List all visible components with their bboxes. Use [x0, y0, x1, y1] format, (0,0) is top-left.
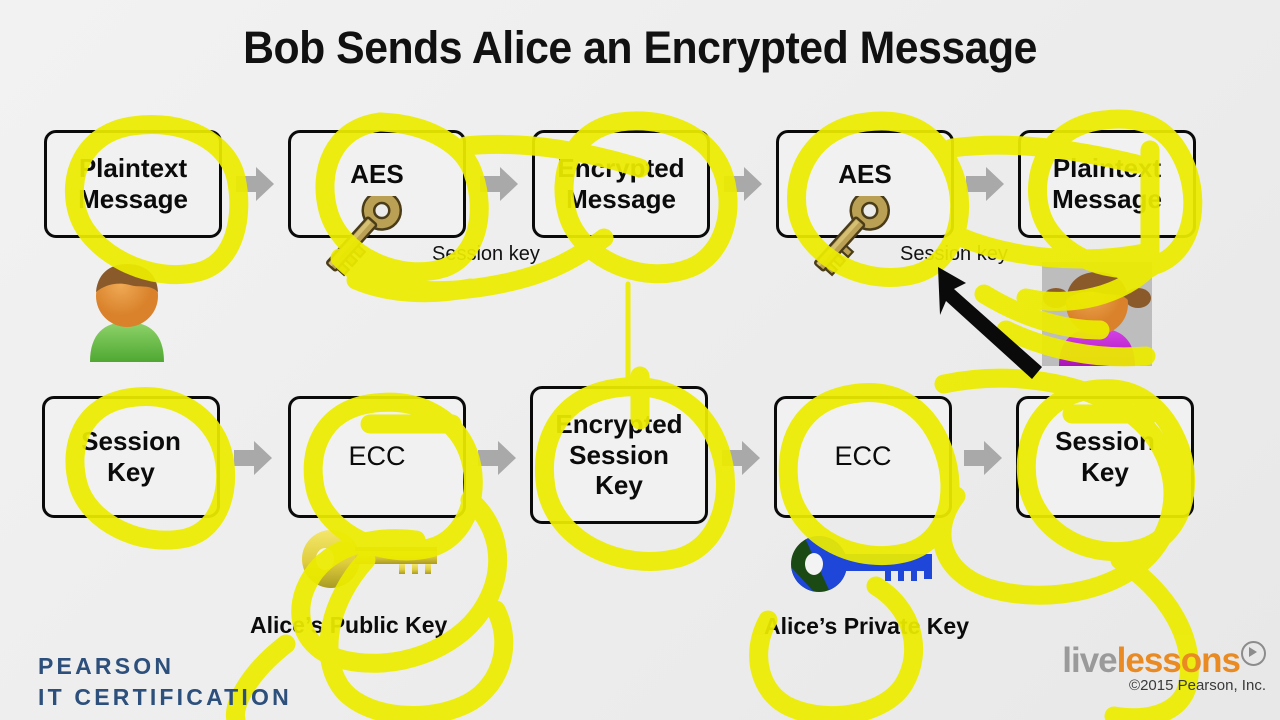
avatar-bob — [80, 258, 176, 362]
livelessons-live-text: live — [1062, 641, 1117, 680]
box-encrypted-message: Encrypted Message — [532, 130, 710, 238]
alice-private-key-caption: Alice’s Private Key — [764, 613, 969, 639]
box-label: Plaintext Message — [1052, 153, 1162, 214]
box-label: Encrypted Session Key — [555, 408, 683, 501]
session-key-icon-left — [322, 196, 426, 308]
pearson-logo-line2: IT CERTIFICATION — [38, 683, 292, 710]
box-encrypted-session-key: Encrypted Session Key — [530, 386, 708, 524]
flow-arrow-bottom-4 — [964, 440, 1002, 476]
flow-arrow-top-2 — [480, 166, 518, 202]
page-title: Bob Sends Alice an Encrypted Message — [243, 22, 1037, 73]
alice-public-key-icon — [300, 528, 442, 590]
box-label: Session Key — [1055, 426, 1155, 487]
flow-arrow-bottom-1 — [234, 440, 272, 476]
flow-arrow-top-3 — [724, 166, 762, 202]
pearson-logo-line1: PEARSON — [38, 653, 175, 680]
alice-private-key-icon — [790, 536, 940, 592]
flow-arrow-bottom-2 — [478, 440, 516, 476]
flow-arrow-bottom-3 — [722, 440, 760, 476]
box-ecc-encrypt: ECC — [288, 396, 466, 518]
livelessons-logo: livelessons ©2015 Pearson, Inc. — [1062, 641, 1266, 694]
box-plaintext-message-result: Plaintext Message — [1018, 130, 1196, 238]
box-label: ECC — [348, 441, 406, 472]
play-icon — [1241, 641, 1266, 666]
avatar-alice — [1042, 262, 1152, 366]
box-session-key-result: Session Key — [1016, 396, 1194, 518]
box-label: Plaintext Message — [78, 153, 188, 214]
box-label: ECC — [834, 441, 892, 472]
box-label: AES — [838, 159, 892, 189]
box-ecc-decrypt: ECC — [774, 396, 952, 518]
pointer-arrow-to-session-key — [920, 255, 1050, 385]
box-plaintext-message-source: Plaintext Message — [44, 130, 222, 238]
box-label: Session Key — [81, 426, 181, 487]
alice-public-key-caption: Alice’s Public Key — [250, 612, 448, 638]
livelessons-lessons-text: lessons — [1116, 641, 1241, 680]
box-label: AES — [350, 159, 404, 189]
flow-arrow-top-1 — [236, 166, 274, 202]
box-label: Encrypted Message — [557, 153, 685, 214]
flow-arrow-top-4 — [966, 166, 1004, 202]
slide-canvas: Bob Sends Alice an Encrypted Message Pla… — [0, 0, 1280, 720]
box-session-key-source: Session Key — [42, 396, 220, 518]
pearson-logo: PEARSON IT CERTIFICATION — [38, 651, 292, 712]
session-key-label-left: Session key — [432, 243, 540, 265]
session-key-icon-right — [810, 196, 914, 308]
